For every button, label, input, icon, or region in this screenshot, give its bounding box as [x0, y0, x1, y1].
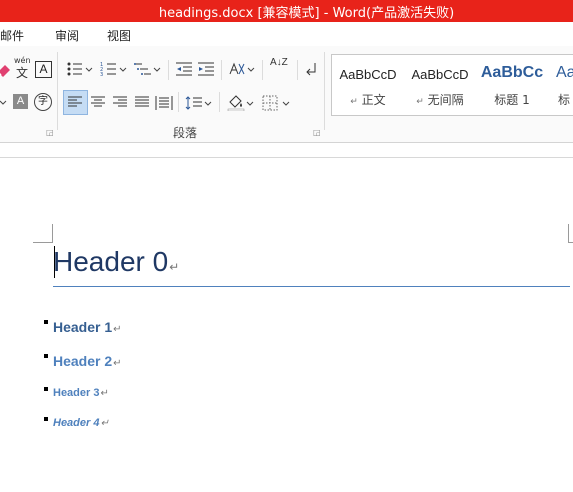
- paragraph-mark: ↵: [113, 358, 122, 369]
- heading-1[interactable]: Header 1↵: [53, 319, 122, 335]
- heading-3[interactable]: Header 3↵: [53, 387, 109, 399]
- style-no-spacing[interactable]: AaBbCcD ↵ 无间隔: [404, 55, 476, 113]
- dropdown-arrow-icon[interactable]: [0, 94, 8, 112]
- heading-4[interactable]: Header 4↵: [53, 417, 109, 429]
- toolbar-separator: [297, 60, 298, 80]
- bullets-icon[interactable]: [66, 60, 84, 78]
- increase-indent-icon[interactable]: [197, 60, 215, 78]
- menu-item-view[interactable]: 视图: [107, 27, 131, 44]
- toolbar-separator: [221, 60, 222, 80]
- style-title[interactable]: Aa 标: [548, 55, 573, 113]
- group-separator: [57, 52, 58, 130]
- crop-mark-top-right: [568, 224, 573, 243]
- toolbar-separator: [168, 60, 169, 80]
- multilevel-dropdown-icon[interactable]: [152, 60, 162, 78]
- window-title: headings.docx [兼容模式] - Word(产品激活失败): [158, 5, 455, 21]
- style-normal[interactable]: AaBbCcD ↵ 正文: [332, 55, 404, 113]
- character-shading-button[interactable]: A: [13, 94, 28, 109]
- style-normal-sample: AaBbCcD: [339, 67, 397, 82]
- menu-item-review[interactable]: 审阅: [55, 27, 79, 44]
- align-center-icon[interactable]: [89, 94, 107, 112]
- line-spacing-icon[interactable]: [185, 94, 203, 112]
- paragraph-mark: ↵: [169, 260, 180, 274]
- align-right-icon[interactable]: [111, 94, 129, 112]
- style-title-sample: Aa: [556, 64, 573, 81]
- sort-button[interactable]: A↓Z: [270, 58, 290, 76]
- toolbar-separator: [178, 92, 179, 112]
- paragraph-group-label: 段落: [173, 126, 198, 140]
- paragraph-mark: ↵: [100, 388, 109, 399]
- style-heading-1-name: 标题 1: [494, 93, 530, 107]
- borders-icon[interactable]: [261, 94, 279, 112]
- numbering-dropdown-icon[interactable]: [118, 60, 128, 78]
- chinese-layout-icon[interactable]: [228, 60, 246, 78]
- phonetic-guide-button[interactable]: wén 文: [14, 56, 32, 80]
- group-separator: [324, 52, 325, 130]
- title-bar: headings.docx [兼容模式] - Word(产品激活失败): [0, 0, 573, 22]
- document-page[interactable]: Header 0↵ Header 1↵ Header 2↵ Header 3↵ …: [0, 158, 573, 492]
- distributed-icon[interactable]: [155, 94, 173, 112]
- chinese-layout-dropdown-icon[interactable]: [246, 60, 256, 78]
- borders-dropdown-icon[interactable]: [281, 94, 291, 112]
- decrease-indent-icon[interactable]: [175, 60, 193, 78]
- justify-icon[interactable]: [133, 94, 151, 112]
- eraser-icon[interactable]: [0, 60, 14, 78]
- style-title-name: 标: [558, 93, 571, 107]
- title-underline: [53, 286, 570, 287]
- ribbon: wén 文 A A 字 123 A↓Z 段落 ◲ ◲ AaBbCcD ↵ 正文 …: [0, 46, 573, 143]
- list-marker: [44, 354, 48, 358]
- style-normal-name: ↵ 正文: [350, 93, 386, 107]
- paragraph-mark: ↵: [100, 418, 109, 429]
- line-spacing-dropdown-icon[interactable]: [203, 94, 213, 112]
- paragraph-dialog-launcher[interactable]: ◲: [313, 128, 321, 137]
- list-marker: [44, 417, 48, 421]
- shading-icon[interactable]: [227, 93, 245, 111]
- bullets-dropdown-icon[interactable]: [84, 60, 94, 78]
- style-heading-1[interactable]: AaBbCc 标题 1: [476, 55, 548, 113]
- list-marker: [44, 320, 48, 324]
- font-dialog-launcher[interactable]: ◲: [46, 128, 54, 137]
- svg-text:3: 3: [100, 72, 103, 78]
- style-heading-1-sample: AaBbCc: [480, 64, 544, 81]
- numbering-icon[interactable]: 123: [100, 60, 118, 78]
- crop-mark-top-left: [33, 224, 53, 243]
- heading-2[interactable]: Header 2↵: [53, 353, 122, 369]
- toolbar-separator: [262, 60, 263, 80]
- multilevel-list-icon[interactable]: [134, 60, 152, 78]
- enclose-characters-button[interactable]: 字: [34, 93, 52, 111]
- menu-bar: 邮件 审阅 视图: [0, 22, 573, 46]
- style-no-spacing-name: ↵ 无间隔: [416, 93, 464, 107]
- paragraph-mark: ↵: [113, 324, 122, 335]
- show-marks-icon[interactable]: [303, 60, 321, 78]
- list-marker: [44, 387, 48, 391]
- shading-dropdown-icon[interactable]: [245, 94, 255, 112]
- styles-gallery: AaBbCcD ↵ 正文 AaBbCcD ↵ 无间隔 AaBbCc 标题 1 A…: [331, 54, 573, 116]
- toolbar-separator: [219, 92, 220, 112]
- align-left-icon: [68, 96, 82, 107]
- align-left-button[interactable]: [63, 90, 88, 115]
- style-no-spacing-sample: AaBbCcD: [411, 67, 469, 82]
- menu-item-mailings[interactable]: 邮件: [0, 27, 24, 44]
- character-border-button[interactable]: A: [35, 61, 52, 78]
- heading-0[interactable]: Header 0↵: [53, 244, 179, 285]
- phonetic-wen-char: 文: [16, 66, 29, 80]
